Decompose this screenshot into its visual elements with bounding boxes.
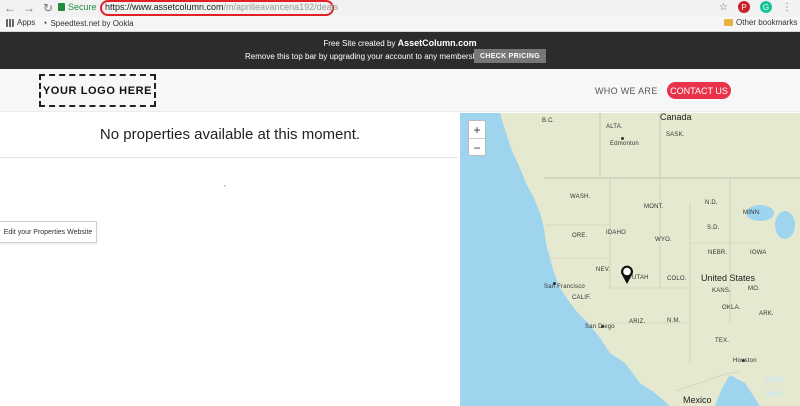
map-label-ore: ORE. (572, 233, 588, 239)
map-label-bc: B.C. (542, 118, 555, 124)
zoom-control: + − (468, 120, 486, 156)
map-label-wyo: WYO. (655, 237, 672, 243)
map-label-iowa: IOWA (750, 250, 767, 256)
reload-icon[interactable]: ↻ (42, 1, 54, 15)
edit-website-button[interactable]: Edit your Properties Website (0, 221, 97, 243)
stray-mark: , (224, 181, 226, 188)
map-label-mexico: Mexico (683, 395, 712, 405)
map-label-edmonton: Edmonton (610, 141, 639, 147)
secure-indicator[interactable]: Secure (58, 2, 97, 12)
map-label-ariz: ARIZ. (629, 319, 646, 325)
folder-icon (724, 19, 733, 26)
map-label-utah: UTAH (632, 275, 649, 281)
menu-icon[interactable]: ⋮ (782, 2, 792, 13)
properties-panel: No properties available at this moment. … (0, 113, 460, 406)
url-path: /m/aprilleavancena192/deals (223, 2, 339, 12)
map-label-ark: ARK. (759, 311, 774, 317)
map-label-wash: WASH. (570, 194, 591, 200)
zoom-in-button[interactable]: + (469, 121, 485, 138)
check-pricing-button[interactable]: CHECK PRICING (474, 49, 546, 63)
speedtest-icon: ◔ (42, 18, 48, 28)
promo-upgrade-text: Remove this top bar by upgrading your ac… (245, 52, 486, 61)
site-header: YOUR LOGO HERE WHO WE ARE CONTACT US (0, 69, 800, 112)
map-label-united-states: United States (701, 273, 756, 283)
map-label-nd: N.D. (705, 200, 718, 206)
contact-us-button[interactable]: CONTACT US (667, 82, 731, 99)
map-label-sd: S.D. (707, 225, 720, 231)
map-label-idaho: IDAHO (606, 230, 627, 236)
map-label-gulf: Gulf (766, 375, 783, 384)
map-label-mont: MONT. (644, 204, 664, 210)
location-pin-icon[interactable] (620, 265, 634, 285)
bookmark-speedtest[interactable]: ◔ Speedtest.net by Ookla (42, 18, 134, 28)
bookmarks-bar: Apps ◔ Speedtest.net by Ookla Other book… (0, 17, 800, 32)
empty-state-message: No properties available at this moment. (99, 126, 361, 143)
map-label-alta: ALTA. (606, 124, 623, 130)
promo-bar: Free Site created by AssetColumn.com Rem… (0, 32, 800, 69)
map-label-sask: SASK. (666, 132, 685, 138)
city-dot-edmonton (621, 137, 624, 140)
map-label-houston: Houston (733, 358, 757, 364)
browser-toolbar: ← → ↻ Secure https://www.assetcolumn.com… (0, 0, 800, 17)
apps-grid-icon (6, 18, 14, 27)
promo-brand[interactable]: AssetColumn.com (398, 38, 477, 48)
map-label-nebr: NEBR. (708, 250, 728, 256)
back-icon[interactable]: ← (4, 1, 16, 15)
address-bar[interactable]: https://www.assetcolumn.com/m/aprilleava… (105, 2, 338, 12)
promo-credit: Free Site created by AssetColumn.com (323, 38, 477, 48)
url-domain: https://www.assetcolumn.com (105, 2, 224, 12)
divider (0, 157, 458, 158)
grammarly-icon[interactable]: G (760, 1, 772, 13)
logo-placeholder[interactable]: YOUR LOGO HERE (39, 74, 156, 107)
map-label-colo: COLO. (667, 276, 687, 282)
map-label-san-francisco: San Francisco (544, 284, 585, 290)
map-label-nev: NEV. (596, 267, 611, 273)
map-label-canada: Canada (660, 113, 692, 122)
forward-icon[interactable]: → (23, 1, 35, 15)
map-label-nm: N.M. (667, 318, 681, 324)
map-label-okla: OKLA. (722, 305, 741, 311)
star-icon[interactable]: ☆ (719, 2, 728, 13)
map-label-mo: MO. (748, 286, 760, 292)
map-label-mex: Mex (766, 389, 783, 398)
bookmark-other[interactable]: Other bookmarks (724, 18, 797, 27)
map-label-minn: MINN. (743, 210, 761, 216)
map-label-calif: CALIF. (572, 295, 592, 301)
map-label-san-diego: San Diego (585, 324, 615, 330)
map-label-tex: TEX. (715, 338, 730, 344)
pinterest-icon[interactable]: P (738, 1, 750, 13)
bookmark-apps[interactable]: Apps (6, 18, 35, 27)
nav-who-we-are[interactable]: WHO WE ARE (595, 86, 658, 96)
nav-buttons: ← → ↻ (4, 1, 54, 15)
lock-icon (58, 3, 65, 11)
map[interactable]: + − Canada B.C. ALTA. SASK. Edmonton WAS… (460, 113, 800, 406)
map-label-kans: KANS. (712, 288, 732, 294)
zoom-out-button[interactable]: − (469, 139, 485, 156)
extension-icons: ☆ P G ⋮ (719, 1, 792, 13)
